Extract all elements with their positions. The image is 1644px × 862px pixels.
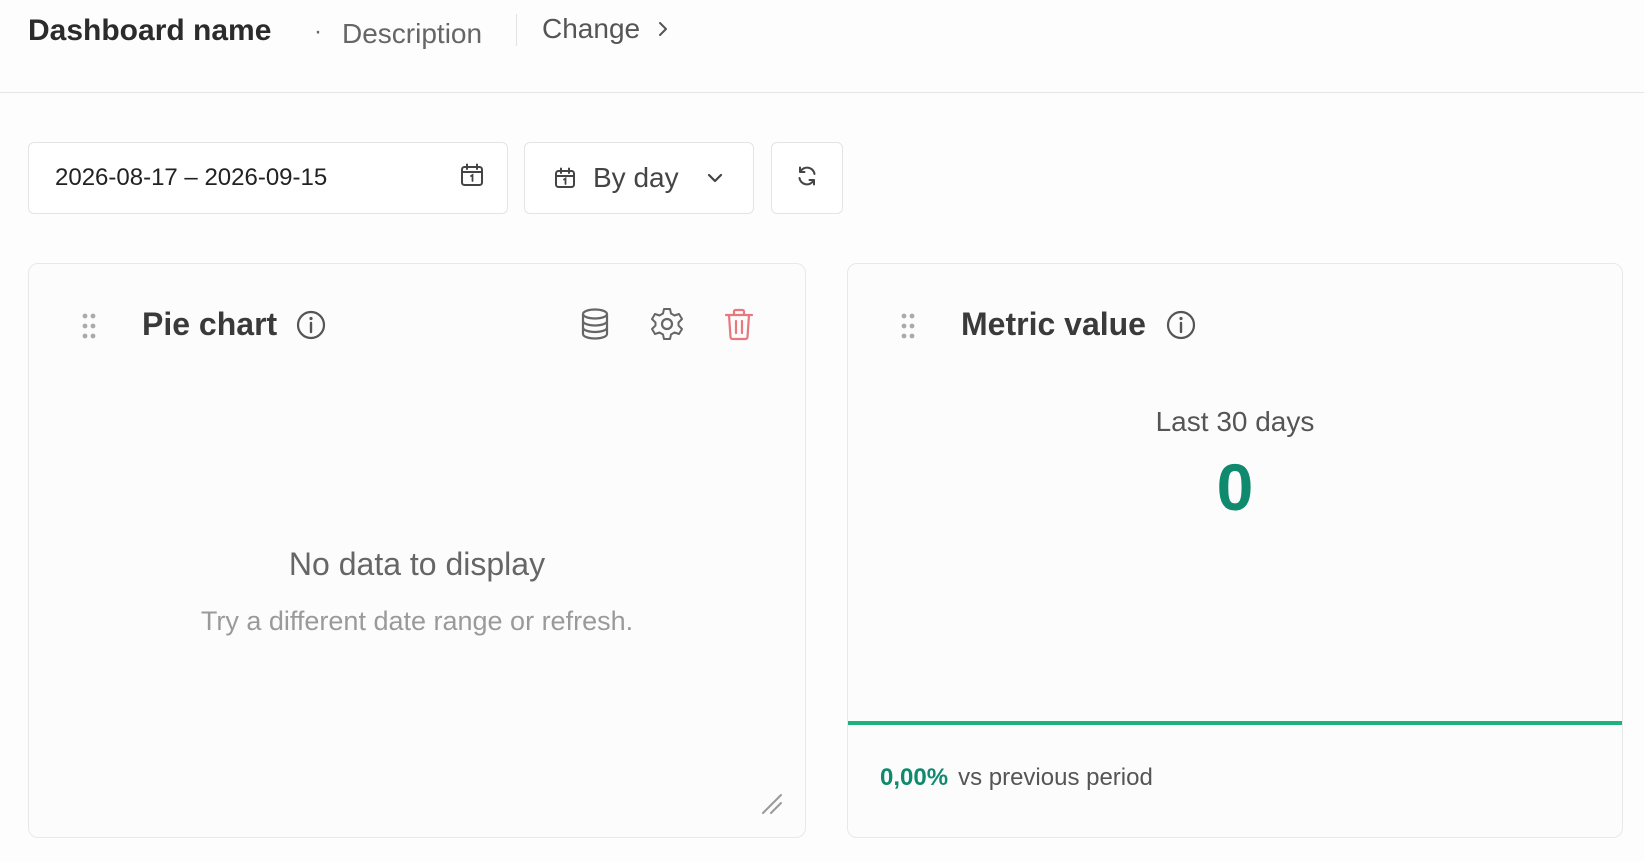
database-icon[interactable] xyxy=(577,306,613,342)
trash-icon[interactable] xyxy=(721,306,757,342)
change-button[interactable]: Change xyxy=(542,12,672,46)
date-range-value: 2026-08-17 – 2026-09-15 xyxy=(55,164,328,191)
metric-period-label: Last 30 days xyxy=(1155,406,1315,437)
metric-change-percent: 0,00% xyxy=(880,764,949,791)
header-divider xyxy=(516,14,517,46)
date-range-picker[interactable]: 2026-08-17 – 2026-09-15 xyxy=(28,142,508,214)
calendar-icon[interactable] xyxy=(459,162,485,195)
change-label: Change xyxy=(542,13,641,44)
chevron-down-icon xyxy=(705,168,725,188)
metric-comparison: 0,00% vs previous period xyxy=(880,764,1153,792)
metric-change-label: vs previous period xyxy=(958,764,1153,791)
info-icon[interactable] xyxy=(1165,309,1197,341)
pie-chart-card: Pie chart No data to display Try a diffe… xyxy=(28,263,806,838)
metric-trend-line xyxy=(848,721,1622,725)
interval-label: By day xyxy=(593,162,679,193)
dashboard-title: Dashboard name xyxy=(28,14,272,47)
refresh-button[interactable] xyxy=(771,142,843,214)
empty-state-title: No data to display xyxy=(288,546,546,582)
empty-state-subtitle: Try a different date range or refresh. xyxy=(200,606,634,636)
metric-value-card: Metric value Last 30 days 0 0,00% vs pre… xyxy=(847,263,1623,838)
info-icon[interactable] xyxy=(295,309,327,341)
drag-handle-icon[interactable] xyxy=(81,312,97,340)
metric-value: 0 xyxy=(1216,450,1254,524)
dashboard-header: Dashboard name · Description Change xyxy=(0,0,1644,93)
title-separator: · xyxy=(314,18,322,45)
widget-title: Pie chart xyxy=(142,306,278,342)
drag-handle-icon[interactable] xyxy=(900,312,916,340)
gear-icon[interactable] xyxy=(649,306,685,342)
resize-handle-icon[interactable] xyxy=(757,789,783,815)
refresh-icon xyxy=(794,163,820,194)
calendar-icon xyxy=(553,166,577,190)
chevron-right-icon xyxy=(654,13,672,45)
widget-title: Metric value xyxy=(961,306,1146,342)
dashboard-description[interactable]: Description xyxy=(342,18,482,50)
interval-select[interactable]: By day xyxy=(524,142,754,214)
